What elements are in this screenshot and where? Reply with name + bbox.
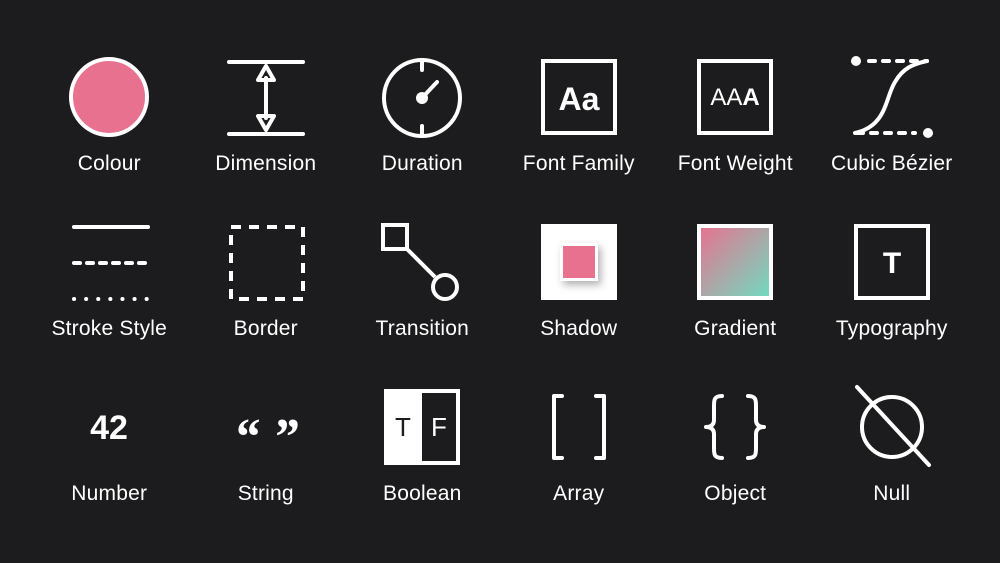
token-type-grid: Colour Dimension Duration Aa Font Family… [31, 52, 970, 547]
token-label: Border [233, 317, 298, 340]
font-family-glyph: Aa [558, 81, 599, 117]
colour-swatch-icon [64, 52, 154, 142]
token-label: Array [553, 482, 605, 505]
token-duration: Duration [344, 52, 501, 217]
token-object: Object [657, 382, 814, 547]
token-string: “ ” String [188, 382, 345, 547]
token-typography: T Typography [814, 217, 971, 382]
token-colour: Colour [31, 52, 188, 217]
string-glyph: “ ” [233, 409, 298, 466]
token-label: Transition [375, 317, 469, 340]
token-label: Font Weight [677, 152, 793, 175]
token-gradient: Gradient [657, 217, 814, 382]
token-transition: Transition [344, 217, 501, 382]
token-label: Shadow [540, 317, 618, 340]
shadow-icon [534, 217, 624, 307]
token-label: Typography [835, 317, 948, 340]
token-dimension: Dimension [188, 52, 345, 217]
token-label: Gradient [694, 317, 777, 340]
stroke-style-icon [64, 217, 154, 307]
token-number: 42 Number [31, 382, 188, 547]
token-font-family: Aa Font Family [501, 52, 658, 217]
token-label: String [237, 482, 294, 505]
typography-glyph: T [883, 247, 901, 280]
boolean-icon: T F [377, 382, 467, 472]
stopwatch-icon [377, 52, 467, 142]
transition-icon [377, 217, 467, 307]
object-braces-icon [690, 382, 780, 472]
dimension-icon [221, 52, 311, 142]
token-border: Border [188, 217, 345, 382]
font-weight-glyph: AAA [711, 84, 760, 111]
token-label: Dimension [215, 152, 317, 175]
string-quotes-icon: “ ” [221, 382, 311, 472]
number-icon: 42 [64, 382, 154, 472]
token-array: Array [501, 382, 658, 547]
gradient-icon [690, 217, 780, 307]
token-cubic-bezier: Cubic Bézier [814, 52, 971, 217]
font-family-icon: Aa [534, 52, 624, 142]
token-label: Colour [77, 152, 141, 175]
boolean-true-glyph: T [395, 412, 411, 442]
font-weight-icon: AAA [690, 52, 780, 142]
token-label: Cubic Bézier [831, 152, 953, 175]
typography-icon: T [847, 217, 937, 307]
border-icon [221, 217, 311, 307]
cubic-bezier-icon [847, 52, 937, 142]
token-label: Object [704, 482, 767, 505]
token-label: Boolean [383, 482, 462, 505]
token-label: Null [873, 482, 911, 505]
token-label: Font Family [522, 152, 635, 175]
token-shadow: Shadow [501, 217, 658, 382]
boolean-false-glyph: F [431, 412, 447, 442]
token-label: Duration [381, 152, 463, 175]
token-label: Stroke Style [51, 317, 168, 340]
token-boolean: T F Boolean [344, 382, 501, 547]
token-null: Null [814, 382, 971, 547]
token-label: Number [71, 482, 148, 505]
token-font-weight: AAA Font Weight [657, 52, 814, 217]
number-glyph: 42 [90, 409, 128, 447]
array-brackets-icon [534, 382, 624, 472]
token-stroke-style: Stroke Style [31, 217, 188, 382]
null-icon [847, 382, 937, 472]
